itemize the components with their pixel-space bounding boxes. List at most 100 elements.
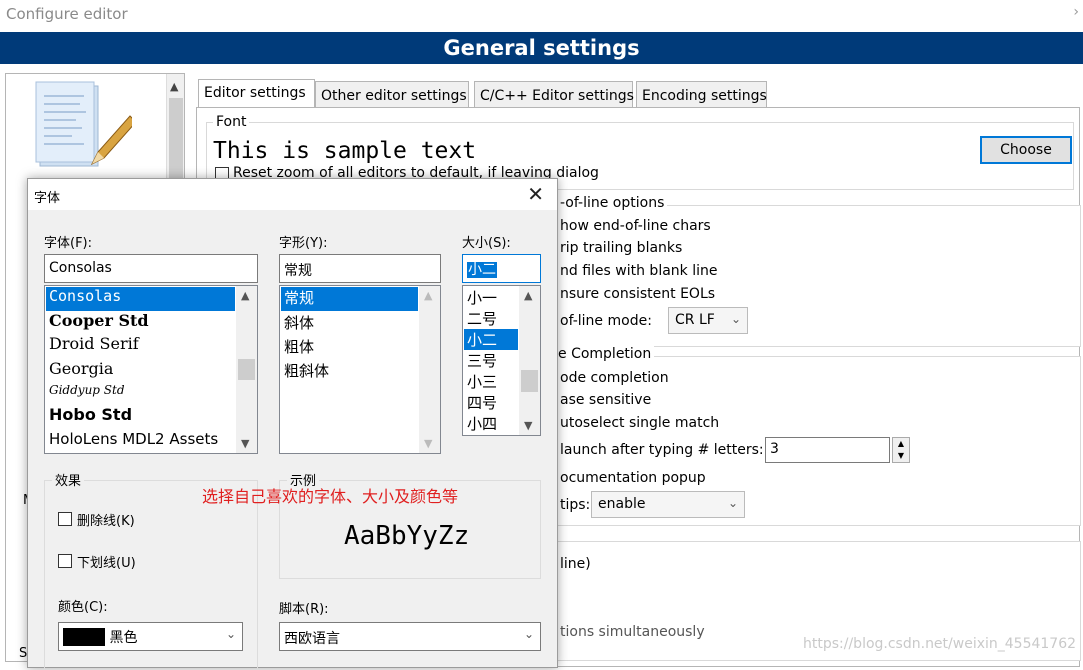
launch-letters-label: launch after typing # letters:: [560, 442, 764, 458]
font-size-list[interactable]: 小一 二号 小二 三号 小三 四号 小四 ▲ ▼: [462, 285, 541, 436]
chevron-down-icon[interactable]: ▼: [241, 437, 249, 450]
chevron-up-icon[interactable]: ▲: [524, 289, 532, 302]
simultaneous-option-label: tions simultaneously: [560, 624, 705, 640]
font-dialog: 字体 ✕ 字体(F): Consolas Consolas Cooper Std…: [27, 178, 558, 670]
style-list-scrollbar[interactable]: ▲ ▼: [419, 286, 440, 453]
case-sensitive-label: ase sensitive: [560, 392, 652, 408]
size-list-item[interactable]: 三号: [464, 350, 497, 371]
tab-label: C/C++ Editor settings: [480, 88, 634, 104]
eol-mode-select[interactable]: CR LF ⌄: [668, 307, 748, 334]
size-list-item[interactable]: 小一: [464, 287, 497, 308]
font-list-item[interactable]: Giddyup Std: [46, 383, 125, 407]
underline-checkbox[interactable]: [58, 554, 72, 568]
font-size-value: 小二: [467, 262, 497, 278]
font-group-legend: Font: [213, 114, 250, 130]
style-list-item[interactable]: 粗斜体: [281, 360, 329, 384]
tab-editor-settings[interactable]: Editor settings: [198, 79, 315, 108]
font-list-scrollbar[interactable]: ▲ ▼: [236, 286, 257, 453]
script-label: 脚本(R):: [279, 602, 329, 617]
font-list-item[interactable]: Georgia: [46, 359, 113, 383]
size-list-scrollbar[interactable]: ▲ ▼: [519, 286, 540, 435]
line-option-label: line): [560, 556, 591, 572]
font-size-label: 大小(S):: [462, 236, 511, 251]
tips-value: enable: [598, 496, 646, 512]
script-value: 西欧语言: [284, 631, 340, 647]
size-list-item[interactable]: 小四: [464, 413, 497, 434]
font-style-list[interactable]: 常规 斜体 粗体 粗斜体 ▲ ▼: [279, 285, 441, 454]
color-value: 黑色: [109, 630, 138, 646]
end-blank-line-label: nd files with blank line: [560, 263, 718, 279]
script-select[interactable]: 西欧语言 ⌄: [279, 622, 541, 651]
choose-font-button-label: Choose: [1000, 142, 1052, 158]
choose-font-button[interactable]: Choose: [980, 136, 1072, 164]
scrollbar-thumb[interactable]: [238, 359, 255, 380]
font-style-value: 常规: [284, 263, 312, 279]
scrollbar-thumb[interactable]: [521, 370, 538, 392]
size-list-item[interactable]: 四号: [464, 392, 497, 413]
strikeout-label: 删除线(K): [77, 514, 135, 529]
font-dialog-titlebar: 字体 ✕: [28, 179, 557, 210]
font-list-item[interactable]: Cooper Std: [46, 311, 149, 335]
code-completion-label: ode completion: [560, 370, 669, 386]
color-swatch: [63, 628, 105, 646]
eol-group-legend: -of-line options: [557, 195, 668, 211]
watermark: https://blog.csdn.net/weixin_45541762: [803, 636, 1077, 652]
eol-mode-label: of-line mode:: [560, 313, 652, 329]
chevron-down-icon[interactable]: ▼: [524, 419, 532, 432]
style-list-item[interactable]: 粗体: [281, 336, 314, 360]
size-list-item[interactable]: 小三: [464, 371, 497, 392]
underline-label: 下划线(U): [77, 556, 136, 571]
font-list-item[interactable]: Consolas: [46, 287, 235, 311]
chevron-down-icon: ⌄: [225, 627, 236, 641]
close-icon[interactable]: ›: [1073, 4, 1079, 20]
chevron-up-icon[interactable]: ▲: [241, 289, 249, 302]
font-family-list[interactable]: Consolas Cooper Std Droid Serif Georgia …: [44, 285, 258, 454]
size-list-item[interactable]: 二号: [464, 308, 497, 329]
show-eol-label: how end-of-line chars: [560, 218, 711, 234]
font-dialog-title: 字体: [34, 191, 61, 206]
close-icon[interactable]: ✕: [527, 182, 544, 206]
strikeout-checkbox[interactable]: [58, 512, 72, 526]
font-style-label: 字形(Y):: [279, 236, 328, 251]
tab-encoding-settings[interactable]: Encoding settings: [636, 81, 767, 107]
font-list-item[interactable]: Hobo Std: [46, 405, 132, 429]
font-family-input[interactable]: Consolas: [44, 254, 258, 283]
font-family-label: 字体(F):: [44, 236, 93, 251]
style-list-item[interactable]: 斜体: [281, 312, 314, 336]
completion-group-legend: e Completion: [555, 346, 655, 362]
font-size-input[interactable]: 小二: [462, 254, 541, 283]
chevron-up-icon[interactable]: ▲: [170, 80, 178, 93]
autoselect-label: utoselect single match: [560, 415, 720, 431]
chevron-down-icon: ⌄: [730, 312, 741, 326]
chevron-down-icon: ⌄: [727, 496, 738, 510]
font-sample-text: This is sample text: [213, 138, 477, 164]
size-list-item[interactable]: 小二: [464, 329, 518, 350]
window-title: Configure editor: [6, 5, 128, 23]
tips-select[interactable]: enable ⌄: [591, 491, 745, 518]
launch-letters-input[interactable]: 3: [765, 437, 890, 463]
font-style-input[interactable]: 常规: [279, 254, 441, 283]
color-label: 颜色(C):: [58, 600, 108, 615]
tab-label: Editor settings: [204, 85, 306, 101]
font-list-item[interactable]: HoloLens MDL2 Assets: [46, 430, 218, 453]
launch-letters-stepper[interactable]: ▲ ▼: [892, 437, 910, 463]
tab-label: Other editor settings: [321, 88, 467, 104]
documentation-popup-label: ocumentation popup: [560, 470, 706, 486]
chevron-up-icon[interactable]: ▲: [424, 289, 432, 302]
eol-mode-value: CR LF: [675, 312, 715, 328]
consistent-eols-label: nsure consistent EOLs: [560, 286, 716, 302]
color-select[interactable]: 黑色 ⌄: [58, 622, 243, 651]
font-list-item[interactable]: Droid Serif: [46, 334, 139, 358]
style-list-item[interactable]: 常规: [281, 287, 418, 311]
tab-other-editor-settings[interactable]: Other editor settings: [315, 81, 469, 107]
sample-preview-text: AaBbYyZz: [344, 521, 470, 551]
annotation-text: 选择自己喜欢的字体、大小及颜色等: [202, 487, 459, 506]
tab-cpp-editor-settings[interactable]: C/C++ Editor settings: [474, 81, 634, 107]
strip-blanks-label: rip trailing blanks: [560, 240, 683, 256]
chevron-down-icon[interactable]: ▼: [424, 437, 432, 450]
page-banner: General settings: [0, 32, 1083, 64]
title-bar: Configure editor ›: [0, 0, 1083, 32]
effects-legend: 效果: [52, 470, 85, 489]
editor-settings-nav-icon[interactable]: [32, 78, 137, 174]
tab-label: Encoding settings: [642, 88, 767, 104]
